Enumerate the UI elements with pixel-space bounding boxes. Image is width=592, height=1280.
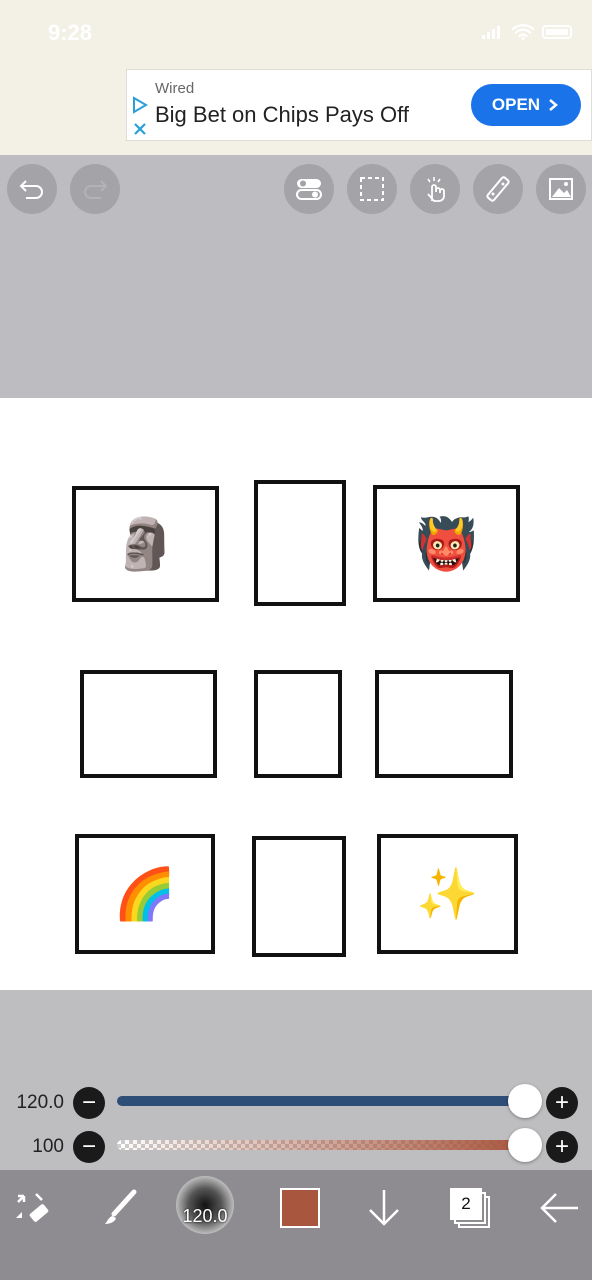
hand-touch-button[interactable]: [410, 164, 460, 214]
wifi-icon: [512, 24, 534, 40]
ad-source: Wired: [155, 80, 195, 97]
brush-size-slider[interactable]: [117, 1096, 525, 1106]
layers-icon: 2: [450, 1188, 490, 1228]
selection-icon: [360, 177, 384, 201]
selection-button[interactable]: [347, 164, 397, 214]
size-decrease-button[interactable]: −: [73, 1087, 105, 1119]
color-swatch-button[interactable]: [272, 1180, 328, 1236]
sparkles-icon: ✨: [416, 866, 479, 922]
color-swatch: [280, 1188, 320, 1228]
comic-panel: [252, 836, 346, 957]
ad-headline[interactable]: Big Bet on Chips Pays Off: [155, 102, 409, 128]
layer-count: 2: [450, 1188, 482, 1220]
comic-panel: [254, 670, 342, 778]
ruler-icon: [486, 176, 510, 202]
brush-opacity-knob[interactable]: [508, 1128, 542, 1162]
brush-size-value: 120.0: [182, 1205, 228, 1226]
ad-open-button[interactable]: OPEN: [471, 84, 581, 126]
redo-icon: [84, 180, 108, 199]
comic-panel: [80, 670, 217, 778]
comic-panel: [375, 670, 513, 778]
back-button[interactable]: [532, 1180, 588, 1236]
signal-icon: [482, 25, 504, 39]
ad-banner[interactable]: Wired Big Bet on Chips Pays Off OPEN: [126, 69, 592, 141]
brush-panel: 120.0 − + 100 − +: [0, 990, 592, 1170]
hand-touch-icon: [427, 177, 445, 202]
ad-open-label: OPEN: [491, 95, 541, 114]
size-increase-button[interactable]: +: [546, 1087, 578, 1119]
brush-size-preview[interactable]: 120.0: [176, 1176, 234, 1234]
layers-button[interactable]: 2: [442, 1180, 498, 1236]
opacity-increase-button[interactable]: +: [546, 1131, 578, 1163]
comic-panel: 👹: [373, 485, 520, 602]
rainbow-icon: 🌈: [113, 866, 177, 922]
status-bar: 9:28 Wired Big Bet on Chips Pays Off OPE…: [0, 0, 592, 155]
undo-icon: [19, 180, 43, 199]
brush-opacity-slider[interactable]: [117, 1140, 525, 1150]
arrow-left-icon: [540, 1193, 578, 1223]
redo-button[interactable]: [70, 164, 120, 214]
status-icons: [482, 24, 572, 40]
brush-icon: [105, 1189, 137, 1224]
top-toolbar: [0, 155, 592, 398]
battery-icon: [542, 25, 572, 39]
transform-eraser-icon: [16, 1193, 49, 1222]
arrow-down-icon: [369, 1190, 399, 1226]
status-time: 9:28: [48, 20, 93, 45]
undo-button[interactable]: [7, 164, 57, 214]
ad-choices-icon[interactable]: [131, 96, 149, 138]
image-button[interactable]: [536, 164, 586, 214]
toggle-icon: [296, 179, 322, 200]
brush-opacity-label: 100: [32, 1136, 64, 1157]
ogre-icon: 👹: [415, 515, 478, 572]
transform-eraser-button[interactable]: [4, 1180, 60, 1236]
brush-size-label: 120.0: [16, 1092, 64, 1113]
chevron-right-icon: [549, 99, 559, 111]
bottom-toolbar: 120.0 2: [0, 1170, 592, 1280]
image-icon: [549, 178, 573, 200]
ruler-button[interactable]: [473, 164, 523, 214]
download-button[interactable]: [356, 1180, 412, 1236]
comic-panel: 🌈: [75, 834, 215, 954]
comic-panel: ✨: [377, 834, 518, 954]
settings-toggle-button[interactable]: [284, 164, 334, 214]
moai-icon: 🗿: [114, 516, 177, 572]
comic-panel: [254, 480, 346, 606]
comic-panel: 🗿: [72, 486, 219, 602]
brush-size-knob[interactable]: [508, 1084, 542, 1118]
drawing-canvas[interactable]: 🗿 👹 🌈 ✨: [0, 398, 592, 990]
brush-tool-button[interactable]: [92, 1180, 148, 1236]
opacity-decrease-button[interactable]: −: [73, 1131, 105, 1163]
